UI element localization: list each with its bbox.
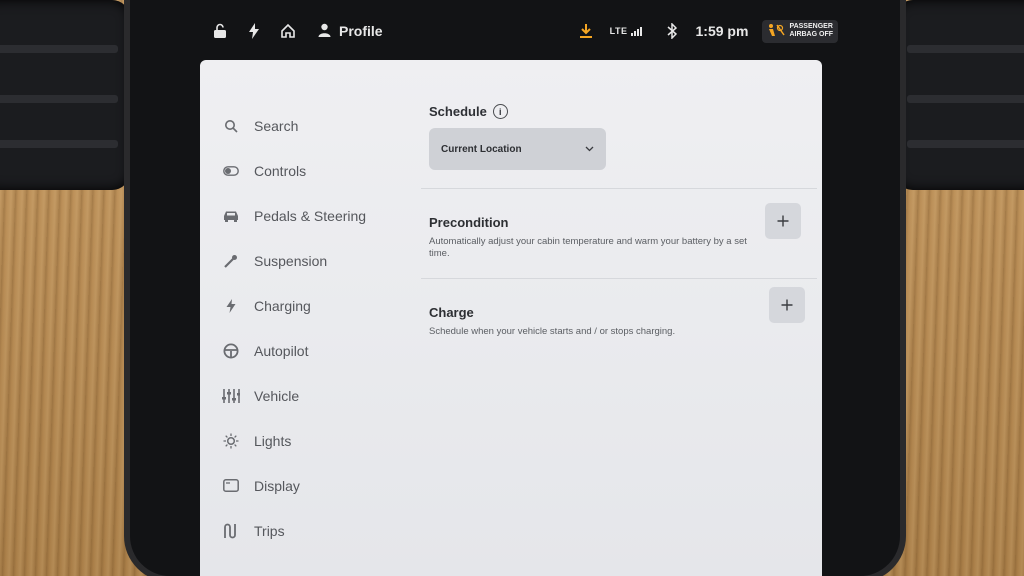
airbag-icon [767, 23, 786, 40]
sidebar-item-label: Display [254, 477, 300, 494]
toggle-icon [220, 160, 242, 182]
wrench-icon [220, 250, 242, 272]
status-bar: Profile LTE 1:59 pm PASSENGER AIRBAG OFF [190, 14, 838, 48]
charge-row: Charge Schedule when your vehicle starts… [429, 287, 809, 338]
profile-label: Profile [339, 23, 383, 39]
home-icon[interactable] [278, 21, 298, 41]
air-vent-left [0, 0, 130, 190]
precondition-row: Precondition Automatically adjust your c… [429, 203, 809, 260]
add-precondition-button[interactable] [765, 203, 801, 239]
sidebar-item-autopilot[interactable]: Autopilot [220, 328, 420, 373]
sidebar-item-label: Lights [254, 432, 292, 449]
sidebar-item-label: Search [254, 118, 299, 134]
sidebar-item-label: Controls [254, 162, 307, 179]
sidebar-item-charging[interactable]: Charging [220, 283, 420, 328]
precondition-title: Precondition [429, 215, 509, 230]
info-icon[interactable]: i [492, 104, 508, 119]
download-icon[interactable] [576, 21, 596, 41]
location-dropdown[interactable]: Current Location [429, 128, 606, 170]
passenger-airbag-indicator: PASSENGER AIRBAG OFF [762, 19, 838, 43]
sidebar-item-label: Suspension [254, 252, 328, 269]
trips-icon [220, 520, 242, 542]
sidebar-item-label: Trips [254, 522, 285, 539]
bluetooth-icon[interactable] [662, 21, 682, 41]
add-charge-button[interactable] [769, 287, 805, 323]
sidebar-item-controls[interactable]: Controls [220, 148, 420, 193]
bolt-icon [220, 295, 242, 317]
unlock-icon[interactable] [210, 21, 230, 41]
sidebar-item-label: Pedals & Steering [254, 207, 367, 224]
display-icon [220, 475, 242, 497]
sidebar-item-lights[interactable]: Lights [220, 418, 420, 463]
steering-wheel-icon [220, 340, 242, 362]
sidebar-item-search[interactable]: Search [220, 104, 420, 148]
air-vent-right [895, 0, 1024, 190]
plus-icon [781, 295, 793, 316]
sidebar-item-trips[interactable]: Trips [220, 508, 420, 553]
sidebar-item-pedals-steering[interactable]: Pedals & Steering [220, 193, 420, 238]
signal-bars-icon [630, 27, 642, 36]
search-icon [220, 115, 242, 137]
profile-button[interactable]: Profile [318, 23, 383, 40]
charge-description: Schedule when your vehicle starts and / … [429, 326, 676, 337]
clock: 1:59 pm [695, 23, 749, 39]
sidebar-item-label: Vehicle [254, 387, 300, 404]
charge-title: Charge [429, 305, 474, 320]
chevron-down-icon [585, 144, 594, 155]
sidebar-item-label: Autopilot [254, 342, 309, 359]
sidebar-item-vehicle[interactable]: Vehicle [220, 373, 420, 418]
location-value: Current Location [441, 143, 522, 155]
plus-icon [777, 211, 789, 232]
sliders-icon [220, 385, 242, 407]
settings-panel: Search Controls Pedals & Steering Suspen… [200, 60, 822, 576]
divider [421, 278, 817, 279]
schedule-label: Schedule [429, 104, 487, 119]
airbag-line2: AIRBAG OFF [789, 31, 833, 38]
lte-signal: LTE [610, 26, 642, 36]
network-label: LTE [609, 26, 628, 36]
car-icon [220, 205, 242, 227]
settings-sidebar: Search Controls Pedals & Steering Suspen… [220, 104, 420, 553]
person-icon [318, 23, 331, 40]
airbag-line1: PASSENGER [789, 23, 833, 30]
precondition-description: Automatically adjust your cabin temperat… [429, 236, 747, 259]
sun-icon [220, 430, 242, 452]
sidebar-item-label: Charging [254, 297, 311, 314]
divider [421, 188, 817, 189]
sidebar-item-suspension[interactable]: Suspension [220, 238, 420, 283]
sidebar-item-display[interactable]: Display [220, 463, 420, 508]
bolt-icon[interactable] [244, 21, 264, 41]
schedule-content: Schedule i Current Location Precondition… [421, 104, 817, 338]
schedule-header: Schedule i [429, 104, 809, 119]
